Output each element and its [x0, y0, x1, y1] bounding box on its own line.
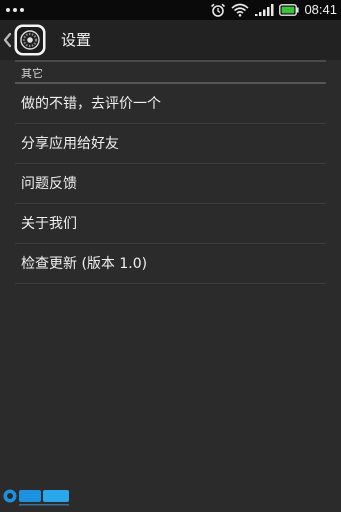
- menu-item-rate-app[interactable]: 做的不错，去评价一个: [15, 84, 326, 124]
- menu-item-label: 检查更新 (版本 1.0): [21, 256, 148, 272]
- alarm-clock-icon: [211, 3, 226, 17]
- status-icons: 08:41: [210, 1, 337, 19]
- menu-item-label: 问题反馈: [21, 176, 77, 192]
- menu-item-label: 关于我们: [21, 216, 77, 232]
- menu-item-share-app[interactable]: 分享应用给好友: [15, 124, 326, 164]
- menu-item-check-update[interactable]: 检查更新 (版本 1.0): [15, 244, 326, 284]
- section-header-label: 其它: [21, 67, 43, 80]
- status-time: 08:41: [304, 2, 337, 17]
- more-dots-icon: [6, 8, 24, 12]
- signal-icon: [255, 4, 274, 16]
- status-bar: 08:41: [0, 0, 341, 20]
- menu-item-feedback[interactable]: 问题反馈: [15, 164, 326, 204]
- settings-list: 做的不错，去评价一个 分享应用给好友 问题反馈 关于我们 检查更新 (版本 1.…: [15, 84, 326, 284]
- gogo-logo-icon: [3, 489, 69, 506]
- section-header: 其它: [15, 60, 326, 84]
- menu-item-about-us[interactable]: 关于我们: [15, 204, 326, 244]
- wifi-icon: [231, 3, 249, 17]
- app-logo-icon: [14, 24, 46, 56]
- chevron-left-icon: [3, 32, 12, 48]
- back-button[interactable]: [0, 20, 50, 60]
- menu-item-label: 做的不错，去评价一个: [21, 96, 161, 112]
- page-title: 设置: [61, 31, 92, 49]
- settings-screen: 08:41 设置 其它 做的不错，去评价一个 分享应用给好友 问题反馈 关于我们…: [0, 0, 341, 512]
- battery-icon: [279, 4, 300, 16]
- menu-item-label: 分享应用给好友: [21, 136, 119, 152]
- action-bar: 设置: [0, 20, 341, 60]
